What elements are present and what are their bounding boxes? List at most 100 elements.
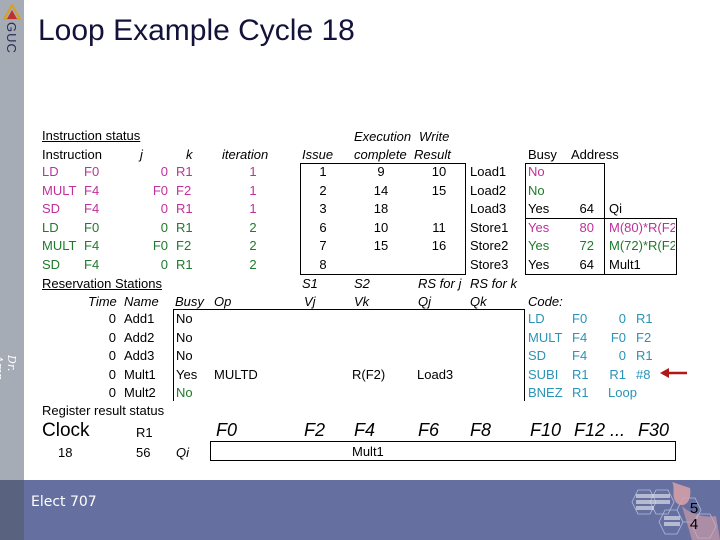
instruction-op: MULT bbox=[42, 238, 77, 253]
instruction-exec-complete: 9 bbox=[377, 164, 385, 179]
instruction-j: 0 bbox=[160, 201, 168, 216]
code-arg-c: R1 bbox=[636, 348, 653, 363]
code-arg-c: R1 bbox=[636, 311, 653, 326]
buffer-name: Load3 bbox=[470, 201, 507, 216]
register-name: F2 bbox=[304, 420, 326, 440]
instruction-issue: 3 bbox=[319, 201, 327, 216]
header-rs-j: RS for j bbox=[418, 276, 462, 291]
rs-vk: R(F2) bbox=[352, 367, 386, 382]
rs-time: 0 bbox=[108, 311, 116, 326]
code-arg-b: Loop bbox=[608, 385, 637, 400]
code-arg-a: R1 bbox=[572, 367, 589, 382]
rs-right-border bbox=[524, 309, 525, 401]
rs-time: 0 bbox=[108, 367, 116, 382]
page-number-line-1: 5 bbox=[689, 500, 699, 517]
code-op: LD bbox=[528, 311, 545, 326]
instruction-write-result: 15 bbox=[431, 183, 447, 198]
instruction-issue: 6 bbox=[319, 220, 327, 235]
buffer-busy: Yes bbox=[528, 220, 550, 235]
instruction-dest: F4 bbox=[84, 201, 100, 216]
rs-name: Add2 bbox=[124, 330, 155, 345]
code-arg-b: 0 bbox=[618, 311, 626, 326]
header-qk: Qk bbox=[470, 294, 487, 309]
clock-value: 18 bbox=[58, 445, 73, 460]
footer-bar: Elect 707 5 4 bbox=[0, 480, 720, 540]
buffer-busy: Yes bbox=[528, 257, 550, 272]
buffer-name: Load2 bbox=[470, 183, 507, 198]
instruction-exec-complete: 10 bbox=[373, 220, 389, 235]
register-result-status-title: Register result status bbox=[42, 403, 165, 418]
register-name: F8 bbox=[470, 420, 492, 440]
register-name: F6 bbox=[418, 420, 440, 440]
rs-name: Mult2 bbox=[124, 385, 156, 400]
guc-logo: GUC bbox=[2, 2, 22, 60]
rs-op: MULTD bbox=[214, 367, 258, 382]
header-instruction: Instruction bbox=[42, 147, 102, 162]
buffer-name: Load1 bbox=[470, 164, 507, 179]
instruction-exec-complete: 15 bbox=[373, 238, 389, 253]
register-name: F0 bbox=[216, 420, 238, 440]
header-vj: Vj bbox=[304, 294, 316, 309]
instruction-issue: 2 bbox=[319, 183, 327, 198]
rs-busy: No bbox=[176, 385, 193, 400]
header-busy: Busy bbox=[528, 147, 557, 162]
header-exec-top: Execution bbox=[354, 129, 412, 144]
instruction-op: SD bbox=[42, 257, 61, 272]
page-number-line-2: 4 bbox=[689, 516, 699, 533]
instruction-iteration: 2 bbox=[249, 220, 257, 235]
rs-name: Add3 bbox=[124, 348, 155, 363]
code-arg-b: 0 bbox=[618, 348, 626, 363]
footer-left-block bbox=[0, 480, 24, 540]
instruction-dest: F4 bbox=[84, 238, 100, 253]
buffer-name: Store2 bbox=[470, 238, 509, 253]
instruction-j: F0 bbox=[152, 238, 168, 253]
header-k: k bbox=[186, 147, 193, 162]
buffer-qi: M(80)*R(F2) bbox=[609, 220, 675, 235]
buffer-name: Store1 bbox=[470, 220, 509, 235]
register-name: F12 ... bbox=[574, 420, 626, 440]
instruction-write-result: 16 bbox=[431, 238, 447, 253]
register-status-box bbox=[210, 441, 676, 461]
buffer-left-border bbox=[525, 163, 526, 275]
instruction-issue: 8 bbox=[319, 257, 327, 272]
instruction-exec-complete: 18 bbox=[373, 201, 389, 216]
instruction-iteration: 2 bbox=[249, 238, 257, 253]
instruction-k: F2 bbox=[176, 183, 192, 198]
code-arg-a: F4 bbox=[572, 330, 588, 345]
instruction-dest: F4 bbox=[84, 257, 100, 272]
instruction-j: F0 bbox=[152, 183, 168, 198]
header-write-top: Write bbox=[419, 129, 450, 144]
register-name: F10 bbox=[530, 420, 562, 440]
reservation-stations-title: Reservation Stations bbox=[42, 276, 162, 291]
header-s2: S2 bbox=[354, 276, 370, 291]
instruction-j: 0 bbox=[160, 164, 168, 179]
register-name: F30 bbox=[638, 420, 670, 440]
instruction-dest: F0 bbox=[84, 164, 100, 179]
instruction-op: LD bbox=[42, 220, 59, 235]
buffer-bottom-border bbox=[525, 274, 677, 275]
buffer-name: Store3 bbox=[470, 257, 509, 272]
instruction-k: R1 bbox=[176, 220, 193, 235]
code-arg-b: R1 bbox=[609, 367, 626, 382]
instruction-op: SD bbox=[42, 201, 61, 216]
instruction-dest: F0 bbox=[84, 220, 100, 235]
rs-busy: No bbox=[176, 348, 193, 363]
rs-time: 0 bbox=[108, 348, 116, 363]
instruction-issue: 1 bbox=[319, 164, 327, 179]
code-op: SD bbox=[528, 348, 547, 363]
clock-label: Clock bbox=[42, 420, 90, 441]
header-s1: S1 bbox=[302, 276, 318, 291]
course-label: Elect 707 bbox=[31, 494, 97, 510]
buffer-address: 64 bbox=[579, 201, 594, 216]
instruction-issue: 7 bbox=[319, 238, 327, 253]
instruction-k: R1 bbox=[176, 201, 193, 216]
buffer-address: 72 bbox=[579, 238, 594, 253]
rs-time: 0 bbox=[108, 330, 116, 345]
instruction-iteration: 1 bbox=[249, 183, 257, 198]
code-arg-a: F4 bbox=[572, 348, 588, 363]
instruction-iteration: 2 bbox=[249, 257, 257, 272]
buffer-busy: Yes bbox=[528, 201, 550, 216]
instruction-exec-complete: 14 bbox=[373, 183, 389, 198]
header-qi: Qi bbox=[609, 201, 622, 216]
buffer-right-border bbox=[604, 163, 605, 275]
